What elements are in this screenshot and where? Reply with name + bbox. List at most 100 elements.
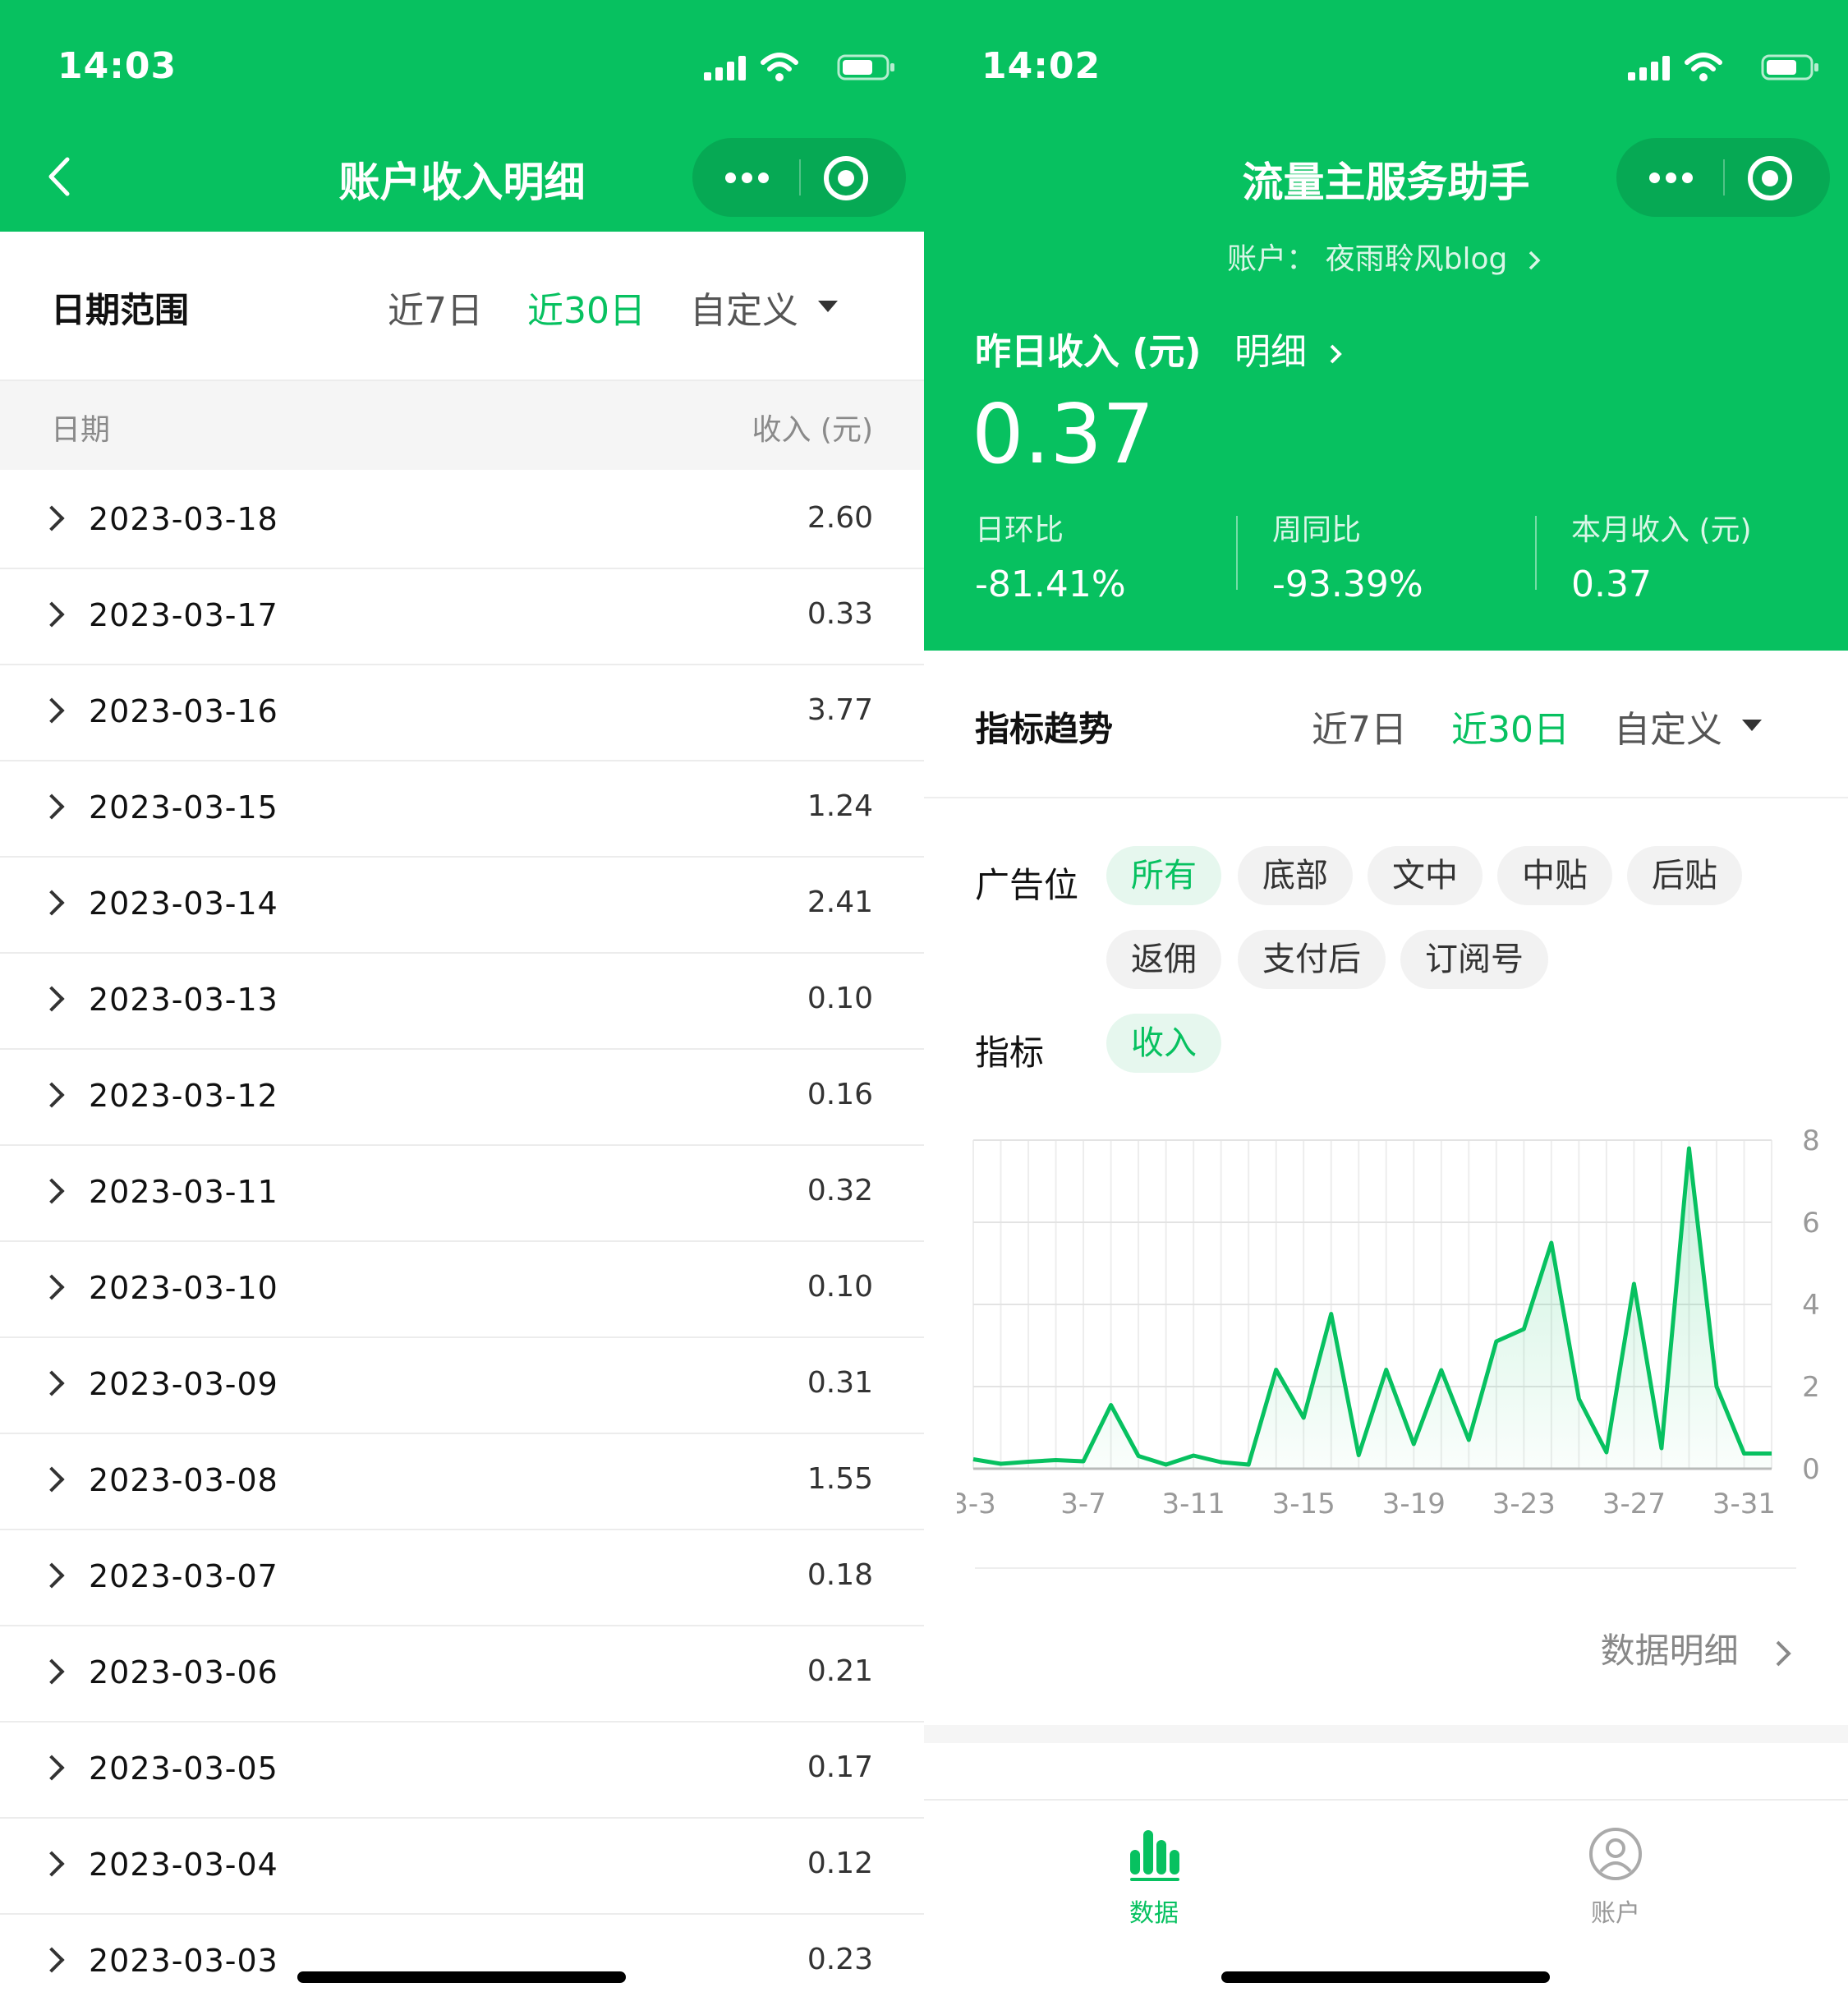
row-income: 0.10 xyxy=(807,1270,873,1304)
tab-data[interactable]: 数据 xyxy=(1072,1817,1236,1932)
dropdown-caret-icon[interactable] xyxy=(1742,720,1762,731)
row-date: 2023-03-04 xyxy=(89,1847,278,1883)
chevron-right-icon xyxy=(39,1466,65,1493)
chevron-right-icon xyxy=(39,1755,65,1781)
table-row[interactable]: 2023-03-14 2.41 xyxy=(0,858,924,954)
row-date: 2023-03-13 xyxy=(89,982,278,1018)
table-row[interactable]: 2023-03-16 3.77 xyxy=(0,665,924,761)
chip-ad-post-roll[interactable]: 后贴 xyxy=(1627,846,1742,905)
income-detail-link[interactable]: 明细 xyxy=(1234,322,1346,375)
y-tick-label: 8 xyxy=(1802,1125,1820,1157)
dropdown-caret-icon[interactable] xyxy=(818,301,838,312)
row-income: 0.10 xyxy=(807,982,873,1015)
table-row[interactable]: 2023-03-09 0.31 xyxy=(0,1338,924,1434)
y-tick-label: 0 xyxy=(1802,1453,1820,1486)
row-date: 2023-03-17 xyxy=(89,597,278,633)
table-row[interactable]: 2023-03-17 0.33 xyxy=(0,569,924,665)
chevron-right-icon xyxy=(39,505,65,531)
table-row[interactable]: 2023-03-04 0.12 xyxy=(0,1819,924,1915)
stat-label: 日环比 xyxy=(975,513,1064,547)
table-row[interactable]: 2023-03-07 0.18 xyxy=(0,1530,924,1626)
chevron-right-icon xyxy=(39,601,65,628)
row-income: 2.60 xyxy=(807,501,873,535)
table-row[interactable]: 2023-03-13 0.10 xyxy=(0,954,924,1050)
chevron-right-icon xyxy=(39,986,65,1012)
divider xyxy=(975,1567,1796,1569)
table-row[interactable]: 2023-03-05 0.17 xyxy=(0,1723,924,1819)
chip-ad-all[interactable]: 所有 xyxy=(1106,846,1221,905)
chip-ad-subscription[interactable]: 订阅号 xyxy=(1400,930,1548,989)
chevron-right-icon xyxy=(39,1851,65,1877)
chip-ad-mid-roll[interactable]: 中贴 xyxy=(1497,846,1612,905)
close-mini-program-icon[interactable] xyxy=(824,156,868,200)
filter-option-30d[interactable]: 近30日 xyxy=(527,281,646,334)
stat-divider xyxy=(1236,516,1238,590)
table-row[interactable]: 2023-03-18 2.60 xyxy=(0,473,924,569)
account-switcher[interactable]: 账户： 夜雨聆风blog xyxy=(924,235,1848,278)
trend-option-custom[interactable]: 自定义 xyxy=(1614,700,1722,752)
column-income: 收入 (元) xyxy=(752,413,873,447)
income-detail-link-label: 明细 xyxy=(1234,331,1307,373)
chevron-right-icon xyxy=(39,1370,65,1396)
stat-value: -81.41% xyxy=(975,564,1126,605)
stat-value: 0.37 xyxy=(1571,564,1652,605)
stat-week-over-week: 周同比 -93.39% xyxy=(1272,506,1423,605)
filter-option-custom[interactable]: 自定义 xyxy=(690,281,798,334)
chevron-right-icon xyxy=(1330,344,1342,364)
chevron-right-icon xyxy=(39,1274,65,1300)
row-date: 2023-03-08 xyxy=(89,1462,278,1498)
more-icon[interactable] xyxy=(692,138,799,217)
battery-icon xyxy=(1761,54,1818,80)
y-tick-label: 6 xyxy=(1802,1207,1820,1240)
chevron-right-icon xyxy=(39,1658,65,1685)
mini-program-capsule xyxy=(692,138,906,217)
data-detail-link[interactable]: 数据明细 xyxy=(1601,1623,1797,1673)
service-assistant-screen: 14:02 流量主服务助手 账户： 夜雨聆风blog 昨日收入 (元) 明细 0… xyxy=(924,0,1848,2001)
table-row[interactable]: 2023-03-06 0.21 xyxy=(0,1626,924,1723)
stat-label: 本月收入 (元) xyxy=(1571,513,1752,547)
income-trend-chart: 0 2 4 6 8 3-3 3-7 3-11 3-15 3-19 3-23 3-27 3-31 xyxy=(957,1125,1820,1520)
stat-value: -93.39% xyxy=(1272,564,1423,605)
row-income: 0.32 xyxy=(807,1174,873,1208)
row-income: 0.23 xyxy=(807,1943,873,1976)
row-income: 0.12 xyxy=(807,1847,873,1880)
table-row[interactable]: 2023-03-03 0.23 xyxy=(0,1915,924,2001)
table-row[interactable]: 2023-03-11 0.32 xyxy=(0,1146,924,1242)
chip-ad-in-article[interactable]: 文中 xyxy=(1368,846,1483,905)
chip-metric-income[interactable]: 收入 xyxy=(1106,1014,1221,1073)
signal-icon xyxy=(1628,54,1672,80)
tab-account-label: 账户 xyxy=(1591,1899,1640,1928)
row-date: 2023-03-11 xyxy=(89,1174,278,1210)
stat-month-income: 本月收入 (元) 0.37 xyxy=(1571,506,1752,605)
chip-ad-bottom[interactable]: 底部 xyxy=(1238,846,1353,905)
table-row[interactable]: 2023-03-15 1.24 xyxy=(0,761,924,858)
close-mini-program-icon[interactable] xyxy=(1748,156,1792,200)
series-area xyxy=(973,1148,1772,1469)
chip-ad-rebate[interactable]: 返佣 xyxy=(1106,930,1221,989)
column-date: 日期 xyxy=(51,413,111,447)
signal-icon xyxy=(704,54,748,80)
income-list: 2023-03-18 2.60 2023-03-17 0.33 2023-03-16 3.… xyxy=(0,473,924,2001)
trend-range-filter: 指标趋势 近7日 近30日 自定义 xyxy=(924,652,1848,797)
y-tick-label: 4 xyxy=(1802,1289,1820,1322)
chevron-right-icon xyxy=(39,1947,65,1973)
status-time: 14:02 xyxy=(981,45,1101,87)
row-income: 0.21 xyxy=(807,1654,873,1688)
row-date: 2023-03-05 xyxy=(89,1750,278,1787)
status-time: 14:03 xyxy=(57,45,177,87)
trend-option-30d[interactable]: 近30日 xyxy=(1451,700,1570,752)
yesterday-income-label: 昨日收入 (元) xyxy=(975,331,1202,373)
wifi-icon xyxy=(1685,53,1722,81)
trend-option-7d[interactable]: 近7日 xyxy=(1312,700,1407,752)
table-row[interactable]: 2023-03-10 0.10 xyxy=(0,1242,924,1338)
table-row[interactable]: 2023-03-12 0.16 xyxy=(0,1050,924,1146)
row-income: 2.41 xyxy=(807,886,873,919)
stat-label: 周同比 xyxy=(1272,513,1362,547)
tab-account[interactable]: 账户 xyxy=(1533,1817,1698,1932)
filter-option-7d[interactable]: 近7日 xyxy=(388,281,483,334)
more-icon[interactable] xyxy=(1616,138,1723,217)
chip-ad-after-payment[interactable]: 支付后 xyxy=(1238,930,1386,989)
table-row[interactable]: 2023-03-08 1.55 xyxy=(0,1434,924,1530)
x-tick-label: 3-11 xyxy=(1162,1488,1225,1520)
row-income: 0.16 xyxy=(807,1078,873,1111)
